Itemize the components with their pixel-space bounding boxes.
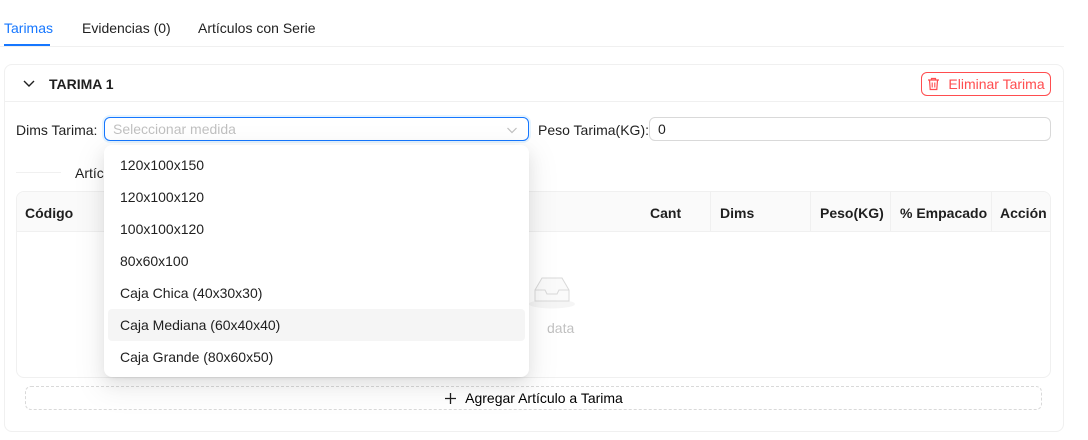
dims-tarima-select[interactable]: Seleccionar medida — [104, 117, 529, 141]
dropdown-option[interactable]: 100x100x120 — [108, 213, 525, 245]
dropdown-option[interactable]: 120x100x150 — [108, 149, 525, 181]
column-header-dims: Dims — [720, 205, 755, 221]
column-header-accion: Acción — [1000, 205, 1047, 221]
card-header[interactable]: TARIMA 1 Eliminar Tarima — [5, 65, 1063, 102]
chevron-down-icon — [507, 127, 517, 134]
tab-evidencias[interactable]: Evidencias (0) — [82, 20, 171, 36]
dims-tarima-placeholder: Seleccionar medida — [113, 121, 236, 137]
tab-articulos-con-serie[interactable]: Artículos con Serie — [198, 20, 316, 36]
delete-tarima-button[interactable]: Eliminar Tarima — [921, 72, 1051, 96]
dropdown-option[interactable]: Caja Chica (40x30x30) — [108, 277, 525, 309]
empty-text: data — [547, 320, 575, 336]
section-divider — [16, 172, 61, 173]
dims-dropdown-menu: 120x100x150 120x100x120 100x100x120 80x6… — [104, 145, 529, 377]
column-header-peso: Peso(KG) — [820, 205, 884, 221]
tab-tarimas[interactable]: Tarimas — [4, 20, 53, 36]
add-articulo-label: Agregar Artículo a Tarima — [465, 390, 623, 406]
card-title: TARIMA 1 — [49, 76, 114, 92]
empty-inbox-icon — [529, 277, 575, 309]
dropdown-option[interactable]: 120x100x120 — [108, 181, 525, 213]
peso-tarima-label: Peso Tarima(KG): — [538, 122, 649, 138]
peso-tarima-input[interactable]: 0 — [649, 117, 1051, 141]
tab-active-indicator — [4, 44, 50, 46]
trash-icon — [928, 77, 940, 91]
dropdown-option[interactable]: 80x60x100 — [108, 245, 525, 277]
dropdown-option-active[interactable]: Caja Mediana (60x40x40) — [108, 309, 525, 341]
column-header-empacado: % Empacado — [900, 205, 988, 221]
chevron-down-icon[interactable] — [22, 77, 36, 91]
column-header-codigo: Código — [25, 205, 74, 221]
dims-tarima-label: Dims Tarima: — [16, 122, 98, 138]
tab-bar: Tarimas Evidencias (0) Artículos con Ser… — [0, 0, 1064, 47]
plus-icon — [445, 392, 457, 404]
column-header-cant: Cant — [650, 205, 682, 221]
section-divider-label: Artíc — [75, 165, 104, 181]
delete-tarima-label: Eliminar Tarima — [948, 76, 1045, 92]
add-articulo-button[interactable]: Agregar Artículo a Tarima — [25, 386, 1042, 410]
dropdown-option[interactable]: Caja Grande (80x60x50) — [108, 341, 525, 373]
